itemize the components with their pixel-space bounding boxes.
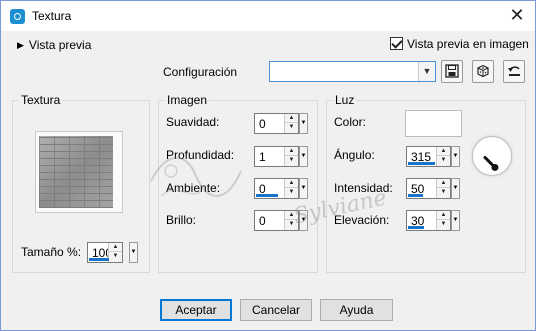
- realtime-preview-checkbox[interactable]: Vista previa en imagen: [390, 37, 529, 51]
- elevation-spinbox[interactable]: 30 ▲ ▼: [406, 210, 451, 231]
- down-arrow-icon[interactable]: ▼: [285, 220, 298, 229]
- size-level-bar: [89, 258, 109, 261]
- up-arrow-icon[interactable]: ▲: [285, 211, 298, 220]
- ambient-stepper[interactable]: ▲ ▼: [284, 179, 298, 198]
- light-color-label: Color:: [334, 115, 367, 129]
- angle-label: Ángulo:: [334, 148, 375, 162]
- expand-triangle-icon: ▶: [17, 40, 24, 50]
- dice-icon: [477, 64, 489, 78]
- up-arrow-icon[interactable]: ▲: [285, 114, 298, 123]
- intensity-spinbox[interactable]: 50 ▲ ▼: [406, 178, 451, 199]
- reset-arrow-icon: [507, 66, 520, 76]
- smoothness-value[interactable]: 0: [259, 117, 266, 131]
- random-button[interactable]: [472, 60, 494, 83]
- down-arrow-icon[interactable]: ▼: [285, 123, 298, 132]
- brightness-slider-dropdown[interactable]: ▼: [299, 210, 308, 231]
- up-arrow-icon[interactable]: ▲: [437, 179, 450, 188]
- ambient-spinbox[interactable]: 0 ▲ ▼: [254, 178, 299, 199]
- size-slider-dropdown[interactable]: ▼: [129, 242, 138, 263]
- smoothness-label: Suavidad:: [166, 115, 220, 129]
- depth-slider-dropdown[interactable]: ▼: [299, 146, 308, 167]
- realtime-preview-label: Vista previa en imagen: [407, 37, 529, 51]
- angle-needle-icon: [482, 155, 498, 170]
- preview-toggle[interactable]: ▶ Vista previa: [17, 38, 91, 52]
- elevation-stepper[interactable]: ▲ ▼: [436, 211, 450, 230]
- elevation-label: Elevación:: [334, 213, 390, 227]
- smoothness-spinbox[interactable]: 0 ▲ ▼: [254, 113, 299, 134]
- image-group-title: Imagen: [165, 93, 210, 107]
- down-arrow-icon[interactable]: ▼: [285, 156, 298, 165]
- chevron-down-icon[interactable]: ▼: [418, 62, 435, 81]
- up-arrow-icon[interactable]: ▲: [437, 147, 450, 156]
- light-color-swatch[interactable]: [405, 110, 462, 137]
- intensity-stepper[interactable]: ▲ ▼: [436, 179, 450, 198]
- angle-level-bar: [408, 162, 435, 165]
- intensity-slider-dropdown[interactable]: ▼: [451, 178, 460, 199]
- size-label: Tamaño %:: [21, 245, 82, 259]
- cancel-button[interactable]: Cancelar: [240, 299, 312, 321]
- app-icon: [10, 9, 25, 24]
- up-arrow-icon[interactable]: ▲: [109, 243, 122, 252]
- intensity-level-bar: [408, 194, 423, 197]
- title-bar[interactable]: Textura ✕: [1, 1, 535, 31]
- window-title: Textura: [32, 9, 72, 23]
- intensity-label: Intensidad:: [334, 181, 393, 195]
- brightness-spinbox[interactable]: 0 ▲ ▼: [254, 210, 299, 231]
- elevation-level-bar: [408, 226, 424, 229]
- size-spinbox[interactable]: 100 ▲ ▼: [87, 242, 123, 263]
- ambient-slider-dropdown[interactable]: ▼: [299, 178, 308, 199]
- checkbox-checked-icon[interactable]: [390, 37, 403, 50]
- smoothness-stepper[interactable]: ▲ ▼: [284, 114, 298, 133]
- preview-toggle-label: Vista previa: [28, 38, 92, 52]
- ok-button[interactable]: Aceptar: [160, 299, 232, 321]
- brightness-label: Brillo:: [166, 213, 197, 227]
- preset-label: Configuración: [163, 65, 238, 79]
- down-arrow-icon[interactable]: ▼: [437, 220, 450, 229]
- up-arrow-icon[interactable]: ▲: [437, 211, 450, 220]
- angle-stepper[interactable]: ▲ ▼: [436, 147, 450, 166]
- ambient-label: Ambiente:: [166, 181, 221, 195]
- depth-value[interactable]: 1: [259, 150, 266, 164]
- texture-group-title: Textura: [19, 93, 63, 107]
- down-arrow-icon[interactable]: ▼: [437, 188, 450, 197]
- size-stepper[interactable]: ▲ ▼: [108, 243, 122, 262]
- brightness-value[interactable]: 0: [259, 214, 266, 228]
- light-group-title: Luz: [333, 93, 357, 107]
- up-arrow-icon[interactable]: ▲: [285, 147, 298, 156]
- floppy-disk-icon: [445, 64, 459, 78]
- ambient-level-bar: [256, 194, 278, 197]
- smoothness-slider-dropdown[interactable]: ▼: [299, 113, 308, 134]
- down-arrow-icon[interactable]: ▼: [285, 188, 298, 197]
- help-button[interactable]: Ayuda: [320, 299, 393, 321]
- preset-select[interactable]: ▼: [269, 61, 436, 82]
- texture-preview-image[interactable]: [39, 136, 113, 208]
- elevation-slider-dropdown[interactable]: ▼: [451, 210, 460, 231]
- angle-dial[interactable]: [472, 136, 512, 176]
- brightness-stepper[interactable]: ▲ ▼: [284, 211, 298, 230]
- down-arrow-icon[interactable]: ▼: [437, 156, 450, 165]
- reset-button[interactable]: [503, 60, 525, 83]
- down-arrow-icon[interactable]: ▼: [109, 252, 122, 261]
- angle-spinbox[interactable]: 315 ▲ ▼: [406, 146, 451, 167]
- up-arrow-icon[interactable]: ▲: [285, 179, 298, 188]
- depth-label: Profundidad:: [166, 148, 235, 162]
- save-preset-button[interactable]: [441, 60, 463, 83]
- depth-spinbox[interactable]: 1 ▲ ▼: [254, 146, 299, 167]
- depth-stepper[interactable]: ▲ ▼: [284, 147, 298, 166]
- texture-dialog: Textura ✕ ▶ Vista previa Vista previa en …: [0, 0, 536, 331]
- angle-slider-dropdown[interactable]: ▼: [451, 146, 460, 167]
- close-button[interactable]: ✕: [505, 4, 529, 28]
